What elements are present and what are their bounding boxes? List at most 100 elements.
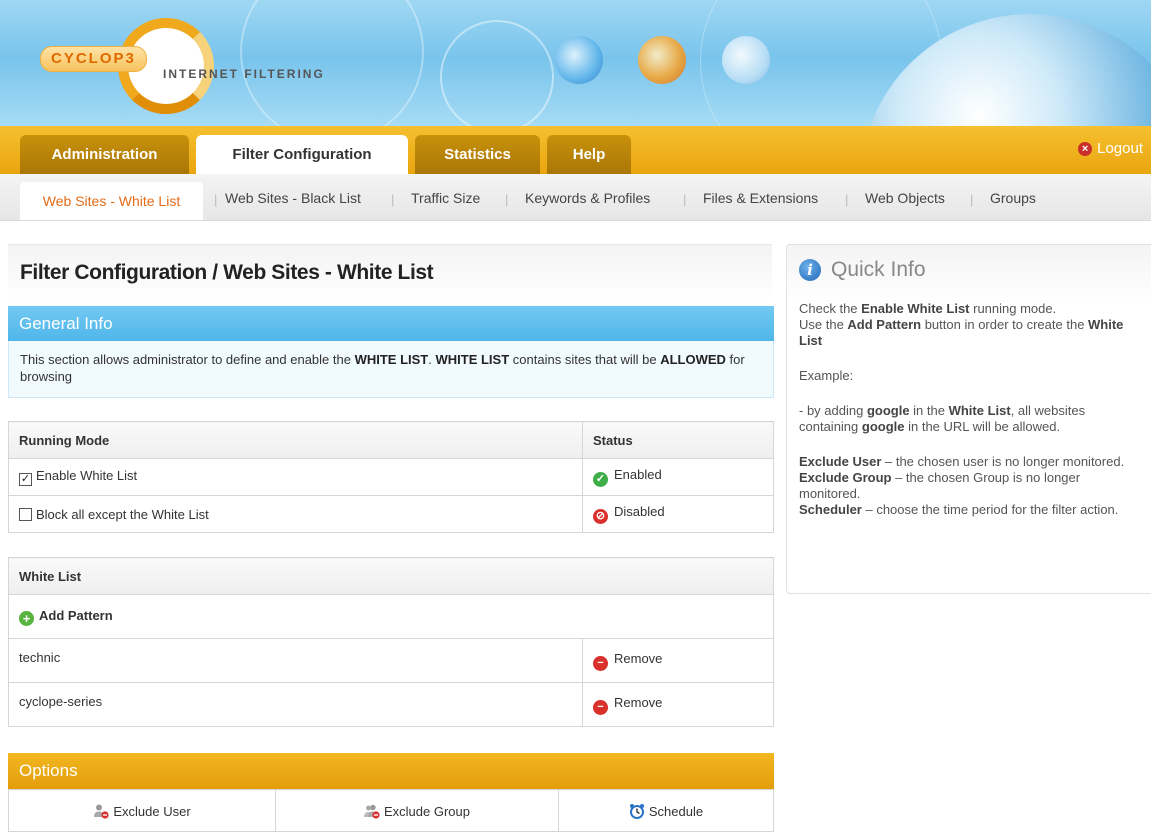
pattern-cell: technic — [8, 638, 583, 683]
status-disabled: Disabled — [614, 504, 665, 519]
quick-info-example: Example: — [799, 368, 854, 383]
quick-info-title: i Quick Info — [799, 259, 1145, 281]
decor-ring — [440, 20, 554, 130]
emphasis: Exclude User — [799, 454, 882, 469]
exclude-user-button[interactable]: Exclude User — [8, 789, 276, 832]
options-heading: Options — [8, 753, 774, 789]
text: – the chosen user is no longer monitored… — [881, 454, 1125, 469]
logout-icon: × — [1078, 141, 1093, 156]
tab-administration[interactable]: Administration — [20, 135, 189, 174]
alarm-clock-icon — [629, 803, 644, 819]
table-row: technic − Remove — [8, 638, 774, 683]
add-pattern-button[interactable]: + Add Pattern — [8, 594, 774, 639]
separator: | — [683, 192, 687, 207]
main-tab-bar: Administration Filter Configuration Stat… — [0, 126, 1151, 174]
exclude-user-icon — [94, 804, 109, 819]
logout-label: Logout — [1097, 140, 1143, 157]
subnav-keywords-profiles[interactable]: Keywords & Profiles — [525, 190, 650, 206]
block-all-checkbox[interactable] — [19, 507, 32, 521]
separator: | — [845, 192, 849, 207]
running-mode-table: Running Mode Status ✓ Enable White List ✓… — [8, 421, 774, 533]
emphasis: google — [866, 403, 910, 418]
remove-button[interactable]: − Remove — [582, 682, 774, 727]
table-header-row: White List — [8, 557, 774, 595]
quick-info-panel: i Quick Info Check the Enable White List… — [786, 244, 1151, 594]
logo-text: CYCLOP3 — [40, 46, 147, 72]
sub-navigation: Web Sites - White List | Web Sites - Bla… — [0, 174, 1151, 221]
tab-help[interactable]: Help — [547, 135, 631, 174]
emphasis: ALLOWED — [660, 352, 726, 367]
exclude-group-icon — [364, 804, 380, 819]
emphasis: Exclude Group — [799, 470, 892, 485]
quick-info-paragraph: Check the Enable White List running mode… — [799, 301, 1145, 349]
column-header-mode: Running Mode — [8, 421, 583, 459]
separator: | — [505, 192, 509, 207]
text: . — [428, 352, 436, 367]
mode-cell: ✓ Enable White List — [8, 458, 583, 496]
status-cell: ⊘ Disabled — [582, 495, 774, 533]
tab-filter-configuration[interactable]: Filter Configuration — [196, 135, 408, 174]
info-icon: i — [799, 259, 821, 281]
minus-icon: − — [593, 699, 608, 715]
separator: | — [214, 192, 218, 207]
remove-label: Remove — [614, 694, 663, 710]
minus-icon: − — [593, 655, 608, 671]
logo-subtitle: INTERNET FILTERING — [163, 67, 325, 81]
header-banner: CYCLOP3 INTERNET FILTERING — [0, 0, 1151, 130]
text: Use the — [799, 317, 848, 332]
internet-explorer-icon — [555, 36, 603, 84]
emphasis: Enable White List — [861, 301, 970, 316]
emphasis: WHITE LIST — [354, 352, 429, 367]
quick-info-paragraph: Exclude User – the chosen user is no lon… — [799, 454, 1145, 518]
status-enabled: Enabled — [614, 467, 662, 482]
text: button in order to create the — [921, 317, 1089, 332]
page-title: Filter Configuration / Web Sites - White… — [8, 244, 772, 300]
mode-label: Enable White List — [36, 468, 138, 483]
table-row: ✓ Enable White List ✓ Enabled — [8, 458, 774, 496]
white-list-heading: White List — [8, 557, 774, 595]
table-row: Block all except the White List ⊘ Disable… — [8, 495, 774, 533]
quick-info-title-text: Quick Info — [831, 258, 926, 281]
schedule-label: Schedule — [648, 803, 704, 819]
subnav-white-list[interactable]: Web Sites - White List — [20, 182, 203, 220]
quick-info-paragraph: - by adding google in the White List, al… — [799, 403, 1145, 435]
remove-label: Remove — [614, 650, 663, 666]
general-info-text: This section allows administrator to def… — [8, 341, 774, 398]
table-row: cyclope-series − Remove — [8, 682, 774, 727]
mode-label: Block all except the White List — [36, 506, 209, 522]
general-info-heading: General Info — [8, 306, 774, 341]
subnav-files-extensions[interactable]: Files & Extensions — [703, 190, 818, 206]
table-row: + Add Pattern — [8, 594, 774, 639]
subnav-traffic-size[interactable]: Traffic Size — [411, 190, 480, 206]
text: running mode. — [969, 301, 1057, 316]
blocked-icon: ⊘ — [593, 509, 608, 524]
subnav-black-list[interactable]: Web Sites - Black List — [225, 190, 361, 206]
separator: | — [391, 192, 395, 207]
text: in the URL will be allowed. — [904, 419, 1061, 434]
remove-button[interactable]: − Remove — [582, 638, 774, 683]
subnav-groups[interactable]: Groups — [990, 190, 1036, 206]
exclude-user-label: Exclude User — [113, 803, 191, 819]
options-table: Exclude User Exclude Group Schedule — [8, 789, 774, 832]
check-icon: ✓ — [593, 472, 608, 487]
tab-statistics[interactable]: Statistics — [415, 135, 540, 174]
schedule-button[interactable]: Schedule — [558, 789, 774, 832]
subnav-web-objects[interactable]: Web Objects — [865, 190, 945, 206]
emphasis: Scheduler — [799, 502, 862, 517]
separator: | — [970, 192, 974, 207]
add-pattern-label: Add Pattern — [39, 607, 113, 623]
exclude-group-button[interactable]: Exclude Group — [275, 789, 559, 832]
table-row: Exclude User Exclude Group Schedule — [8, 789, 774, 832]
exclude-group-label: Exclude Group — [384, 803, 470, 819]
text: - by adding — [799, 403, 867, 418]
plus-icon: + — [19, 610, 34, 626]
decor-ring — [240, 0, 424, 130]
firefox-icon — [638, 36, 686, 84]
logout-button[interactable]: × Logout — [1078, 140, 1143, 157]
text: in the — [909, 403, 949, 418]
safari-icon — [722, 36, 770, 84]
enable-white-list-checkbox[interactable]: ✓ — [19, 473, 32, 486]
status-cell: ✓ Enabled — [582, 458, 774, 496]
emphasis: White List — [948, 403, 1011, 418]
table-header-row: Running Mode Status — [8, 421, 774, 459]
